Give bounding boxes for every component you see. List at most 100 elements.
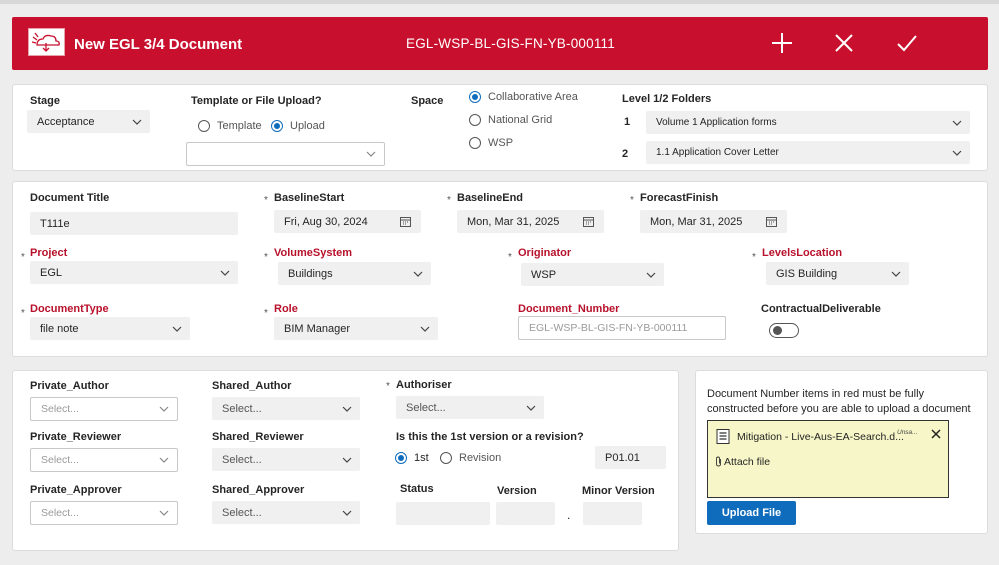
volume-system-dropdown[interactable]: Buildings <box>278 262 431 285</box>
add-icon[interactable] <box>768 29 796 57</box>
template-radio-option[interactable]: Template <box>198 120 262 132</box>
upload-radio-label: Upload <box>290 120 325 132</box>
attach-file-link[interactable]: Attach file <box>724 456 770 468</box>
originator-value: WSP <box>531 268 557 281</box>
chevron-down-icon <box>526 405 536 411</box>
private-approver-dropdown[interactable]: Select... <box>30 501 178 525</box>
shared-author-dropdown[interactable]: Select... <box>212 397 360 420</box>
authoriser-dropdown[interactable]: Select... <box>396 396 544 419</box>
attachment-unsaved-status: Unsa... <box>897 429 918 436</box>
paperclip-icon <box>714 456 723 467</box>
minor-version-label: Minor Version <box>582 485 655 497</box>
calendar-icon[interactable] <box>766 216 777 227</box>
folder-1-number: 1 <box>624 116 631 128</box>
app-header: New EGL 3/4 Document EGL-WSP-BL-GIS-FN-Y… <box>12 17 988 70</box>
private-reviewer-dropdown[interactable]: Select... <box>30 448 178 472</box>
attachment-file-name[interactable]: Mitigation - Live-Aus-EA-Search.d... <box>737 431 904 443</box>
folder-level-2-dropdown[interactable]: 1.1 Application Cover Letter <box>646 141 970 164</box>
forecast-finish-datepicker[interactable]: Mon, Mar 31, 2025 <box>640 210 787 233</box>
document-type-dropdown[interactable]: file note <box>30 317 190 340</box>
close-icon[interactable] <box>830 29 858 57</box>
project-label: Project <box>30 247 68 259</box>
upload-radio[interactable] <box>271 120 283 132</box>
required-asterisk: * <box>264 308 268 319</box>
template-radio[interactable] <box>198 120 210 132</box>
space-radio-wsp[interactable] <box>469 137 481 149</box>
version-option-revision[interactable]: Revision <box>440 452 501 464</box>
chevron-down-icon <box>952 150 962 156</box>
space-option-collaborative[interactable]: Collaborative Area <box>469 91 578 103</box>
version-radio-1st[interactable] <box>395 452 407 464</box>
private-reviewer-label: Private_Reviewer <box>30 431 122 443</box>
document-details-card: Document Title T111e * BaselineStart Fri… <box>12 181 988 357</box>
stage-label: Stage <box>30 95 60 107</box>
chevron-down-icon <box>159 406 169 412</box>
originator-label: Originator <box>518 247 572 259</box>
template-file-dropdown[interactable] <box>186 142 385 166</box>
volume-system-value: Buildings <box>288 267 333 280</box>
baseline-end-value: Mon, Mar 31, 2025 <box>467 215 560 228</box>
shared-reviewer-dropdown[interactable]: Select... <box>212 448 360 471</box>
chevron-down-icon <box>159 510 169 516</box>
folder-2-number: 2 <box>622 148 629 160</box>
required-asterisk: * <box>264 195 268 206</box>
space-option-national-grid[interactable]: National Grid <box>469 114 552 126</box>
app-logo-icon <box>28 28 65 56</box>
required-asterisk: * <box>630 195 634 206</box>
levels-location-dropdown[interactable]: GIS Building <box>766 262 909 285</box>
folder-level-2-value: 1.1 Application Cover Letter <box>656 147 779 158</box>
baseline-end-datepicker[interactable]: Mon, Mar 31, 2025 <box>457 210 604 233</box>
shared-approver-dropdown[interactable]: Select... <box>212 501 360 524</box>
folder-level-1-dropdown[interactable]: Volume 1 Application forms <box>646 111 970 134</box>
minor-version-field[interactable] <box>583 502 642 525</box>
private-approver-label: Private_Approver <box>30 484 122 496</box>
authoriser-value: Select... <box>406 401 446 414</box>
version-option-1st[interactable]: 1st <box>395 452 429 464</box>
baseline-start-value: Fri, Aug 30, 2024 <box>284 215 368 228</box>
version-label: Version <box>497 485 537 497</box>
upload-radio-option[interactable]: Upload <box>271 120 325 132</box>
people-card: Private_Author Select... Private_Reviewe… <box>12 370 679 551</box>
private-author-dropdown[interactable]: Select... <box>30 397 178 421</box>
shared-reviewer-label: Shared_Reviewer <box>212 431 304 443</box>
shared-author-value: Select... <box>222 402 262 415</box>
version-option-label: 1st <box>414 452 429 464</box>
space-option-label: National Grid <box>488 114 553 126</box>
required-asterisk: * <box>508 252 512 263</box>
chevron-down-icon <box>891 271 901 277</box>
required-asterisk: * <box>21 252 25 263</box>
version-field[interactable] <box>496 502 555 525</box>
shared-author-label: Shared_Author <box>212 380 292 392</box>
space-option-label: WSP <box>488 137 514 149</box>
required-asterisk: * <box>386 381 390 392</box>
stage-dropdown[interactable]: Acceptance <box>27 110 150 133</box>
version-radio-revision[interactable] <box>440 452 452 464</box>
contractual-deliverable-toggle[interactable] <box>769 323 799 338</box>
role-dropdown[interactable]: BIM Manager <box>274 317 438 340</box>
remove-attachment-icon[interactable] <box>930 428 942 440</box>
calendar-icon[interactable] <box>583 216 594 227</box>
private-author-label: Private_Author <box>30 380 109 392</box>
role-value: BIM Manager <box>284 322 351 335</box>
calendar-icon[interactable] <box>400 216 411 227</box>
chevron-down-icon <box>342 457 352 463</box>
space-radio-collaborative[interactable] <box>469 91 481 103</box>
baseline-start-datepicker[interactable]: Fri, Aug 30, 2024 <box>274 210 421 233</box>
attachment-box[interactable]: Mitigation - Live-Aus-EA-Search.d... Uns… <box>707 420 949 498</box>
upload-file-button[interactable]: Upload File <box>707 501 796 525</box>
baseline-end-label: BaselineEnd <box>457 192 524 204</box>
chevron-down-icon <box>132 119 142 125</box>
project-dropdown[interactable]: EGL <box>30 261 238 284</box>
app-title: New EGL 3/4 Document <box>74 36 243 53</box>
space-radio-national-grid[interactable] <box>469 114 481 126</box>
document-number-input[interactable]: EGL-WSP-BL-GIS-FN-YB-000111 <box>518 316 726 340</box>
space-option-wsp[interactable]: WSP <box>469 137 513 149</box>
private-author-value: Select... <box>41 403 79 415</box>
status-field[interactable] <box>396 502 490 525</box>
required-asterisk: * <box>264 252 268 263</box>
document-title-input[interactable]: T111e <box>30 212 238 235</box>
originator-dropdown[interactable]: WSP <box>521 263 664 286</box>
document-number-label: Document_Number <box>518 303 620 315</box>
confirm-check-icon[interactable] <box>893 29 921 57</box>
required-asterisk: * <box>21 308 25 319</box>
